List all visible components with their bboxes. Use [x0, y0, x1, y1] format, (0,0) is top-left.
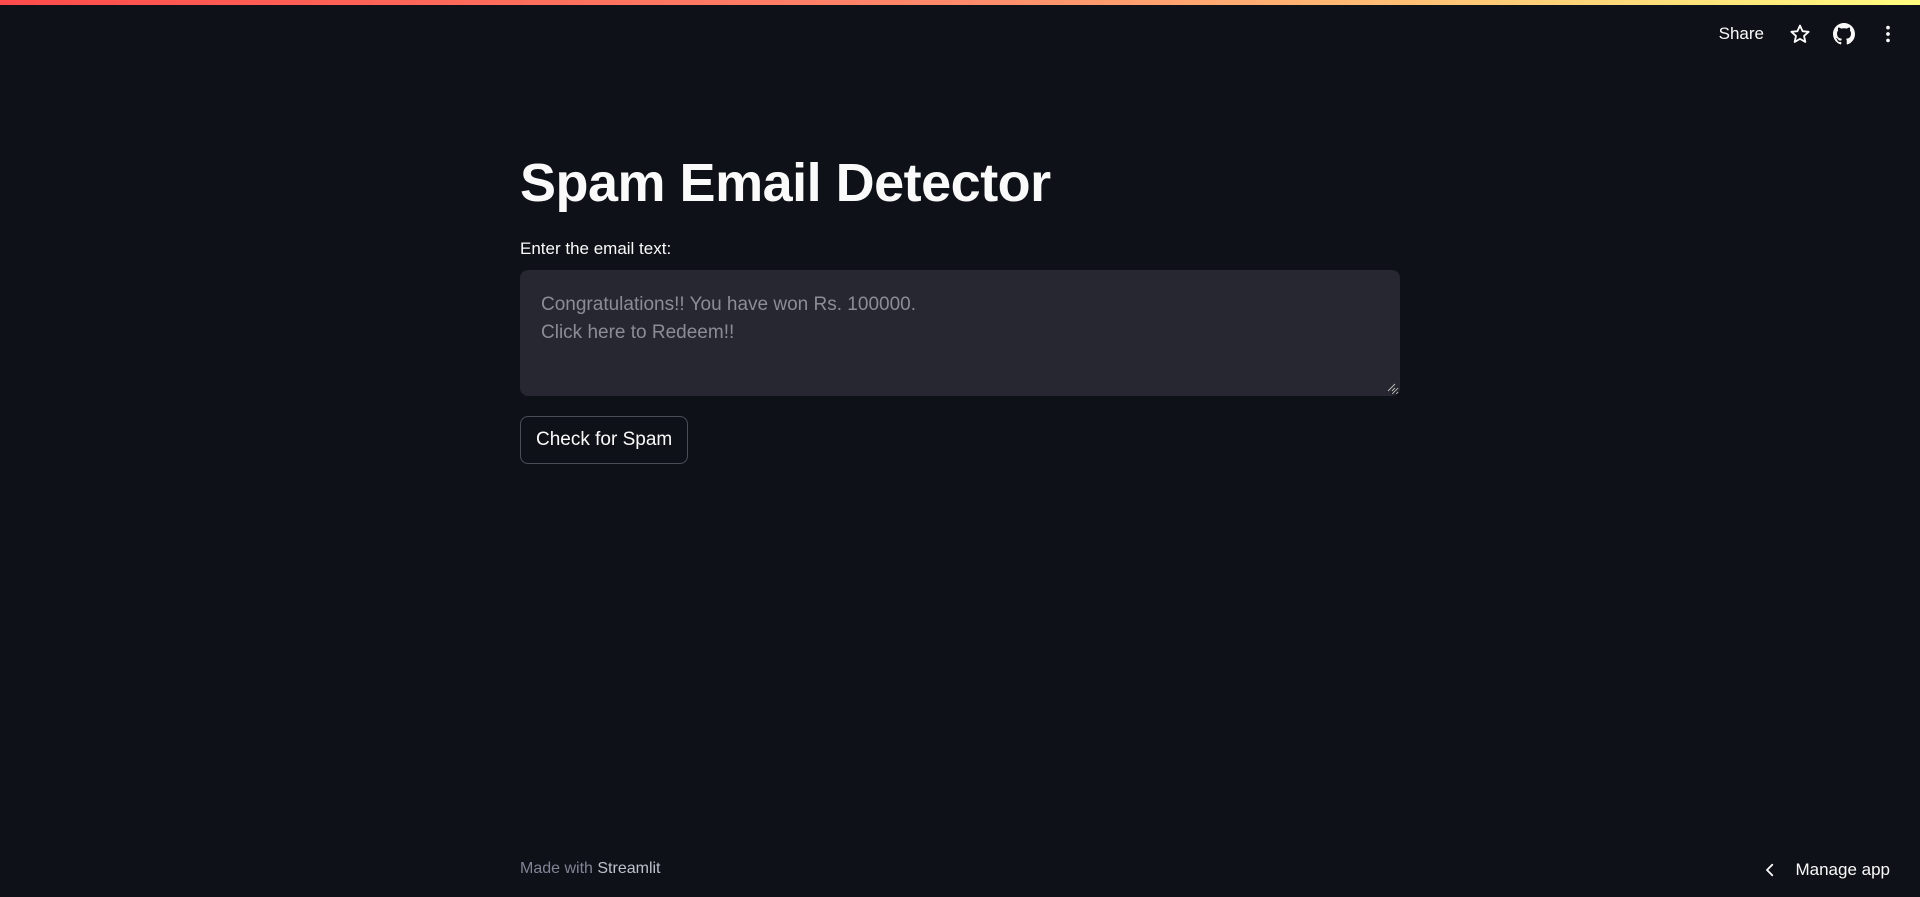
page-title: Spam Email Detector	[520, 153, 1051, 213]
streamlit-link[interactable]: Streamlit	[597, 860, 660, 877]
chevron-left-icon	[1766, 863, 1774, 877]
github-icon[interactable]	[1826, 16, 1862, 52]
check-spam-button[interactable]: Check for Spam	[520, 416, 689, 464]
share-button[interactable]: Share	[1709, 18, 1774, 50]
footer-made-with: Made with	[520, 860, 598, 877]
star-icon[interactable]	[1782, 16, 1818, 52]
resize-handle-icon[interactable]	[1386, 382, 1396, 392]
manage-app-button[interactable]: Manage app	[1761, 856, 1890, 884]
top-decoration-bar	[0, 0, 1920, 5]
footer: Made with Streamlit	[520, 860, 661, 878]
toolbar: Share	[1709, 16, 1906, 52]
manage-app-label: Manage app	[1795, 860, 1890, 879]
more-vertical-icon[interactable]	[1870, 16, 1906, 52]
email-textarea-container	[520, 270, 1400, 396]
email-textarea[interactable]	[521, 271, 1399, 395]
email-input-label: Enter the email text:	[520, 239, 672, 258]
